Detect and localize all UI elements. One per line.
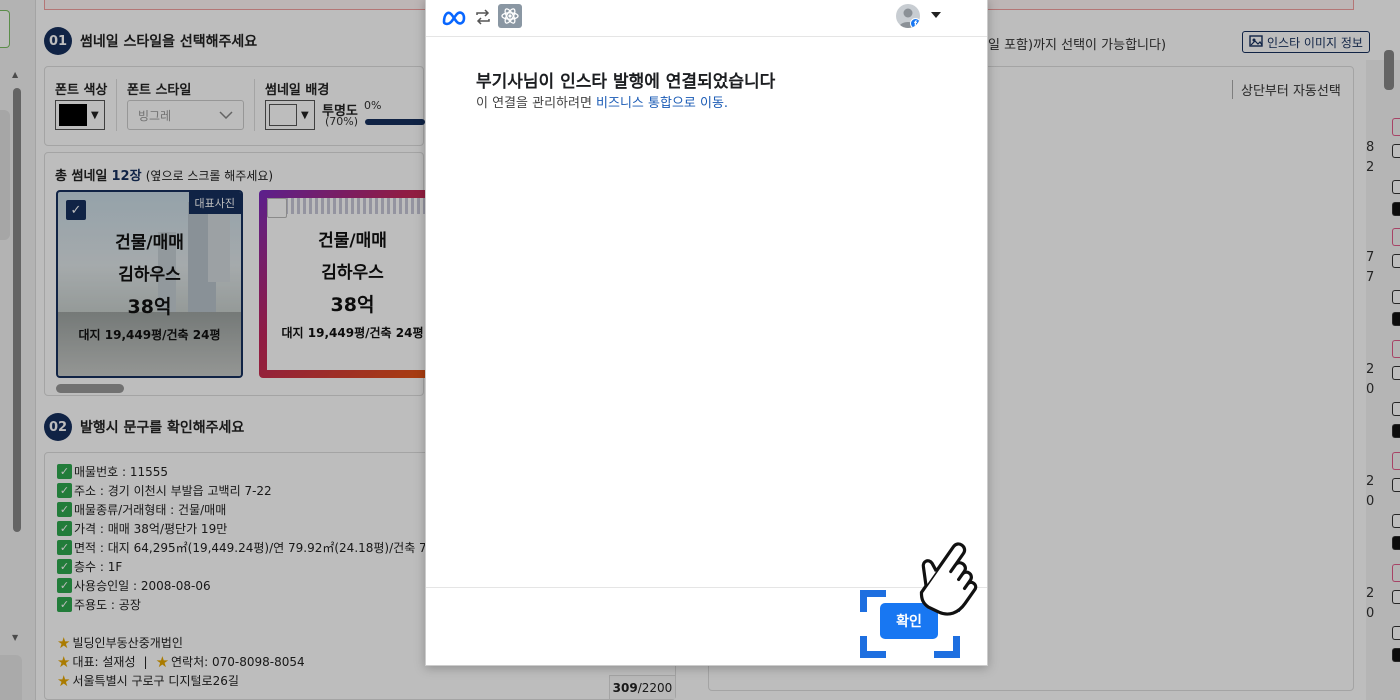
meta-logo-icon	[441, 8, 467, 26]
hand-pointer-icon	[908, 526, 988, 618]
frame-corner	[860, 590, 886, 612]
account-avatar[interactable]: f	[896, 4, 920, 28]
facebook-badge-icon: f	[910, 18, 920, 28]
dialog-header: f	[426, 0, 987, 37]
frame-corner	[860, 636, 886, 658]
dialog-subtitle: 이 연결을 관리하려면 비즈니스 통합으로 이동.	[476, 92, 728, 111]
dialog-title: 부기사님이 인스타 발행에 연결되었습니다	[476, 72, 776, 92]
account-dropdown-icon[interactable]	[931, 12, 941, 18]
business-integration-link[interactable]: 비즈니스 통합으로 이동.	[596, 96, 728, 111]
frame-corner	[934, 636, 960, 658]
sync-icon	[473, 7, 493, 27]
atom-app-icon	[498, 4, 522, 28]
subtitle-text: 이 연결을 관리하려면	[476, 96, 597, 111]
footer-divider	[426, 587, 987, 588]
meta-connect-dialog: f 부기사님이 인스타 발행에 연결되었습니다 이 연결을 관리하려면 비즈니스…	[425, 0, 988, 666]
